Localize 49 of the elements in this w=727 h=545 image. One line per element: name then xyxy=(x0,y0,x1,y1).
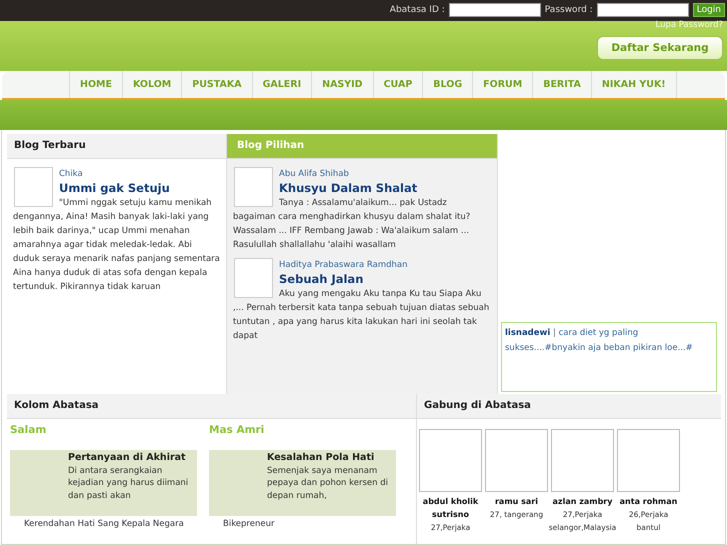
post-excerpt: Aku yang mengaku Aku tanpa Ku tau Siapa Aku ,... Pernah terbersit kata tanpa sebuah tujuan diatas sebuah tuntutan , apa yang harus kita lakukan hari ini seolah tak dapat xyxy=(233,288,490,341)
nav-tab[interactable]: FORUM xyxy=(472,71,532,98)
article-link[interactable]: Bikepreneur xyxy=(223,518,396,529)
post-excerpt: "Ummi nggak setuju kamu menikah dengannya, Aina! Masih banyak laki-laki yang lebih baik darinya," ucap Ummi menahan amarahnya agar tidak meledak-ledak. Abi duduk seraya menarik nafas panjang sementara Aina hanya duduk di atas sofa dengan kepala tertunduk. Pikirannya tidak karuan xyxy=(13,198,220,292)
nav-tab[interactable]: HOME xyxy=(69,71,122,98)
article-title[interactable]: Pertanyaan di Akhirat xyxy=(68,450,195,465)
nav-tab[interactable]: NASYID xyxy=(311,71,373,98)
password-field[interactable] xyxy=(596,3,689,18)
login-button[interactable]: Login xyxy=(692,3,725,18)
post-title[interactable]: Ummi gak Setuju xyxy=(13,180,220,196)
article-link[interactable]: Kerendahan Hati Sang Kepala Negara xyxy=(24,518,197,529)
member-photo[interactable] xyxy=(419,428,482,492)
status-update: lisnadewi | cara diet yg paling sukses....#bnyakin aja beban pikiran loe...# xyxy=(501,322,717,392)
member-name[interactable]: anta rohman xyxy=(620,494,678,508)
column-author[interactable]: Salam xyxy=(10,424,197,436)
member-photo[interactable] xyxy=(617,428,680,492)
column-author[interactable]: Mas Amri xyxy=(209,424,396,436)
article-excerpt: Semenjak saya menanam pepaya dan pohon kersen di depan rumah, xyxy=(267,466,388,501)
section-title: Kolom Abatasa xyxy=(7,394,416,419)
nav-tab[interactable]: GALERI xyxy=(252,71,312,98)
section-title: Blog Pilihan xyxy=(227,134,497,159)
id-label: Abatasa ID : xyxy=(390,5,445,16)
article-title[interactable]: Kesalahan Pola Hati xyxy=(267,450,394,465)
post-thumbnail xyxy=(234,166,273,207)
nav-tab[interactable]: NIKAH YUK! xyxy=(590,71,677,98)
password-label: Password : xyxy=(544,5,593,16)
register-button[interactable]: Daftar Sekarang xyxy=(597,36,723,60)
nav-tab[interactable]: BLOG xyxy=(422,71,472,98)
post-author[interactable]: Chika xyxy=(13,166,220,181)
section-title: Gabung di Abatasa xyxy=(417,394,721,419)
nav-tab[interactable]: CUAP xyxy=(372,71,422,98)
section-title: Blog Terbaru xyxy=(7,134,226,159)
post-title[interactable]: Khusyu Dalam Shalat xyxy=(233,180,491,196)
member-name[interactable]: azlan zambry xyxy=(552,494,612,508)
nav-tab[interactable]: KOLOM xyxy=(122,71,182,98)
id-field[interactable] xyxy=(448,3,541,18)
article-excerpt: Di antara serangkaian kejadian yang harus diimani dan pasti akan xyxy=(68,466,188,501)
post-author[interactable]: Abu Alifa Shihab xyxy=(233,166,491,181)
member-photo[interactable] xyxy=(485,428,548,492)
post-thumbnail xyxy=(14,166,53,207)
post-title[interactable]: Sebuah Jalan xyxy=(233,272,491,287)
nav-tab[interactable]: BERITA xyxy=(532,71,591,98)
post-excerpt: Tanya : Assalamu'alaikum... pak Ustadz bagaiman cara menghadirkan khusyu dalam shalat itu? Wassalam ... IFF Rembang Jawab : Wa'alaikum salam ... Rasulullah shallallahu 'alaihi wasallam xyxy=(233,198,470,250)
member-name[interactable]: ramu sari xyxy=(494,494,538,508)
nav-tab[interactable]: PUSTAKA xyxy=(181,71,252,98)
post-thumbnail xyxy=(234,258,273,298)
member-photo[interactable] xyxy=(551,428,614,492)
member-name[interactable]: abdul kholik sutrisno xyxy=(419,494,482,521)
post-author[interactable]: Haditya Prabaswara Ramdhan xyxy=(233,258,491,272)
